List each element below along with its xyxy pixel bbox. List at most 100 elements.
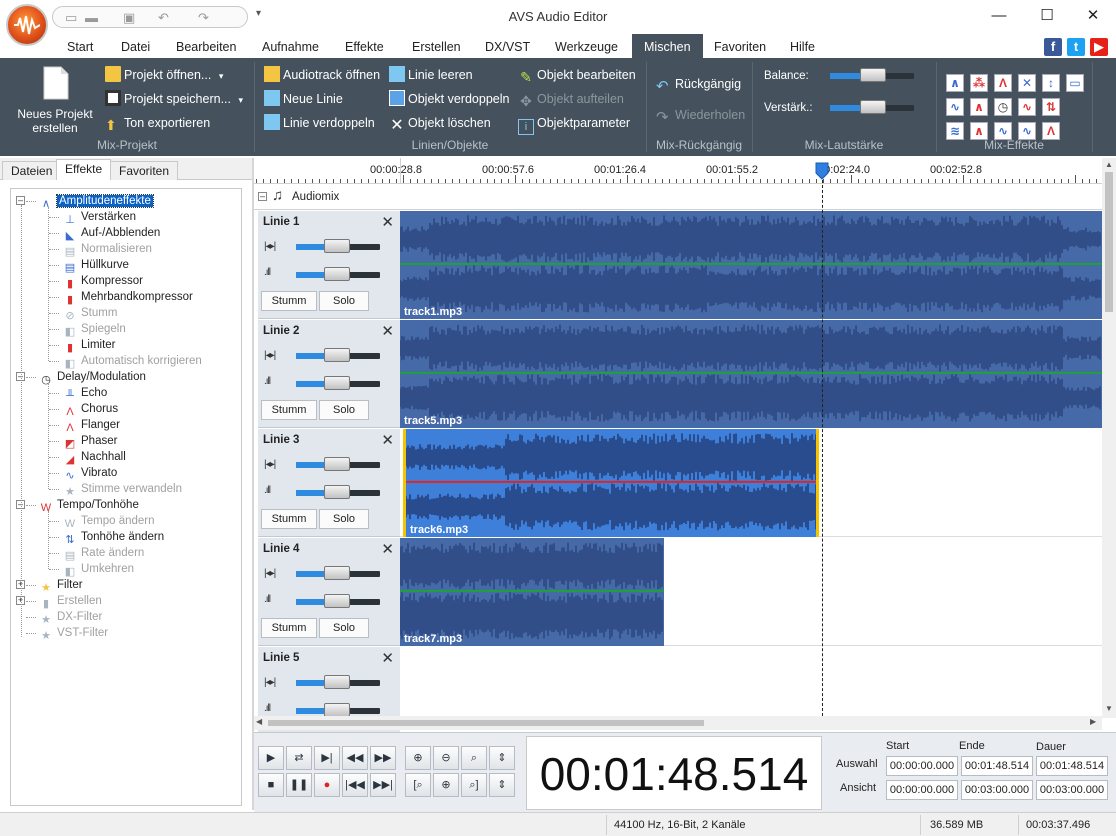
- slider-thumb[interactable]: [324, 239, 350, 253]
- panel-splitter[interactable]: [252, 158, 254, 810]
- tree-item[interactable]: ★ VST-Filter: [39, 625, 108, 642]
- horizontal-scrollbar[interactable]: ◀ ▶: [254, 716, 1102, 730]
- close-line-icon[interactable]: ✕: [381, 213, 394, 231]
- scroll-left-icon[interactable]: ◀: [256, 717, 262, 726]
- mix-redo-button[interactable]: ↷ Wiederholen: [656, 105, 745, 126]
- balance-slider[interactable]: [830, 66, 914, 86]
- zoom-fit-button[interactable]: ⌕]: [461, 773, 487, 797]
- tab-erstellen[interactable]: Erstellen: [412, 40, 461, 54]
- tree-item[interactable]: ★ Stimme verwandeln: [63, 481, 182, 498]
- close-line-icon[interactable]: ✕: [381, 649, 394, 667]
- rewind-button[interactable]: ◀◀: [342, 746, 368, 770]
- line-volume-slider[interactable]: [296, 483, 380, 503]
- selection-duration-field[interactable]: 00:01:48.514: [1036, 756, 1108, 776]
- tree-item[interactable]: ◷ Delay/Modulation: [39, 369, 146, 386]
- audio-clip[interactable]: track1.mp3: [400, 211, 1102, 319]
- open-project-button[interactable]: Projekt öffnen... ▾: [105, 65, 223, 85]
- solo-button[interactable]: Solo: [319, 291, 369, 311]
- zoom-selection-button[interactable]: [⌕: [405, 773, 431, 797]
- tree-item[interactable]: ▮ Kompressor: [63, 273, 143, 290]
- zoom-out-button[interactable]: ⊖: [433, 746, 459, 770]
- selection-end-field[interactable]: 00:01:48.514: [961, 756, 1033, 776]
- delete-object-button[interactable]: ✕ Objekt löschen: [389, 113, 490, 134]
- line-balance-slider[interactable]: [296, 455, 380, 475]
- mute-button[interactable]: Stumm: [261, 400, 317, 420]
- mix-effect-icon[interactable]: ↕: [1042, 74, 1060, 92]
- slider-thumb[interactable]: [324, 485, 350, 499]
- audiomix-collapse-toggle[interactable]: –: [258, 192, 267, 201]
- line-volume-slider[interactable]: [296, 265, 380, 285]
- mix-effect-icon[interactable]: ✕: [1018, 74, 1036, 92]
- twitter-icon[interactable]: t: [1067, 38, 1085, 56]
- view-duration-field[interactable]: 00:03:00.000: [1036, 780, 1108, 800]
- solo-button[interactable]: Solo: [319, 400, 369, 420]
- tree-item[interactable]: ⇅ Tonhöhe ändern: [63, 529, 164, 546]
- zoom-in-button[interactable]: ⊕: [405, 746, 431, 770]
- tab-start[interactable]: Start: [67, 40, 93, 54]
- tree-item[interactable]: W Tempo ändern: [63, 513, 155, 530]
- save-project-button[interactable]: Projekt speichern... ▾: [105, 89, 243, 109]
- balance-slider-thumb[interactable]: [860, 68, 886, 82]
- scroll-down-icon[interactable]: ▼: [1105, 704, 1113, 713]
- tab-dxvst[interactable]: DX/VST: [485, 40, 530, 54]
- audio-clip[interactable]: track6.mp3: [403, 429, 819, 537]
- tab-dateien[interactable]: Dateien: [2, 161, 62, 180]
- tab-effekte[interactable]: Effekte: [345, 40, 384, 54]
- duplicate-object-button[interactable]: Objekt verdoppeln: [389, 89, 509, 109]
- stop-button[interactable]: ■: [258, 773, 284, 797]
- tree-item[interactable]: ◧ Umkehren: [63, 561, 134, 578]
- line-balance-slider[interactable]: [296, 564, 380, 584]
- export-sound-button[interactable]: ⬆ Ton exportieren: [105, 113, 210, 133]
- split-object-button[interactable]: ✥ Objekt aufteilen: [518, 89, 624, 109]
- tree-item[interactable]: ◧ Spiegeln: [63, 321, 126, 338]
- pause-button[interactable]: ❚❚: [286, 773, 312, 797]
- tree-item[interactable]: ★ DX-Filter: [39, 609, 102, 626]
- mix-effect-icon[interactable]: ▭: [1066, 74, 1084, 92]
- tree-item[interactable]: ▤ Hüllkurve: [63, 257, 129, 274]
- slider-thumb[interactable]: [324, 348, 350, 362]
- zoom-vertical-button[interactable]: ⇕: [489, 746, 515, 770]
- tree-item[interactable]: ∧ Amplitudeneffekte: [39, 193, 154, 210]
- tree-item[interactable]: ⊥ Verstärken: [63, 209, 136, 226]
- tab-bearbeiten[interactable]: Bearbeiten: [176, 40, 236, 54]
- app-logo-icon[interactable]: [6, 4, 48, 46]
- slider-thumb[interactable]: [324, 267, 350, 281]
- tree-item[interactable]: Λ Chorus: [63, 401, 118, 418]
- tree-item[interactable]: ★ Filter: [39, 577, 83, 594]
- play-to-end-button[interactable]: ▶|: [314, 746, 340, 770]
- solo-button[interactable]: Solo: [319, 509, 369, 529]
- tab-hilfe[interactable]: Hilfe: [790, 40, 815, 54]
- play-button[interactable]: ▶: [258, 746, 284, 770]
- tree-expander-toggle[interactable]: –: [16, 196, 25, 205]
- slider-thumb[interactable]: [324, 376, 350, 390]
- tab-aufnahme[interactable]: Aufnahme: [262, 40, 319, 54]
- slider-thumb[interactable]: [324, 703, 350, 717]
- tab-datei[interactable]: Datei: [121, 40, 150, 54]
- close-line-icon[interactable]: ✕: [381, 540, 394, 558]
- slider-thumb[interactable]: [324, 594, 350, 608]
- scroll-right-icon[interactable]: ▶: [1090, 717, 1096, 726]
- mute-button[interactable]: Stumm: [261, 509, 317, 529]
- tree-item[interactable]: ▮ Mehrbandkompressor: [63, 289, 193, 306]
- zoom-100-button[interactable]: ⌕: [461, 746, 487, 770]
- tree-item[interactable]: ▤ Normalisieren: [63, 241, 152, 258]
- mix-effect-icon[interactable]: ∧: [970, 98, 988, 116]
- edit-object-button[interactable]: ✎ Objekt bearbeiten: [518, 65, 636, 85]
- gain-slider-thumb[interactable]: [860, 100, 886, 114]
- zoom-vertical-out-button[interactable]: ⇕: [489, 773, 515, 797]
- line-volume-slider[interactable]: [296, 592, 380, 612]
- close-line-icon[interactable]: ✕: [381, 322, 394, 340]
- tab-mischen[interactable]: Mischen: [632, 34, 703, 58]
- tree-item[interactable]: ▤ Rate ändern: [63, 545, 145, 562]
- tree-item[interactable]: Λ Flanger: [63, 417, 120, 434]
- line-balance-slider[interactable]: [296, 346, 380, 366]
- slider-thumb[interactable]: [324, 566, 350, 580]
- view-end-field[interactable]: 00:03:00.000: [961, 780, 1033, 800]
- mix-effect-icon[interactable]: ⇅: [1042, 98, 1060, 116]
- tree-item[interactable]: ◩ Phaser: [63, 433, 118, 450]
- audio-clip[interactable]: track7.mp3: [400, 538, 664, 646]
- tab-effekte-panel[interactable]: Effekte: [56, 159, 112, 180]
- clear-line-button[interactable]: Linie leeren: [389, 65, 473, 85]
- playhead-marker-icon[interactable]: [815, 162, 829, 180]
- maximize-button[interactable]: ☐: [1024, 4, 1070, 28]
